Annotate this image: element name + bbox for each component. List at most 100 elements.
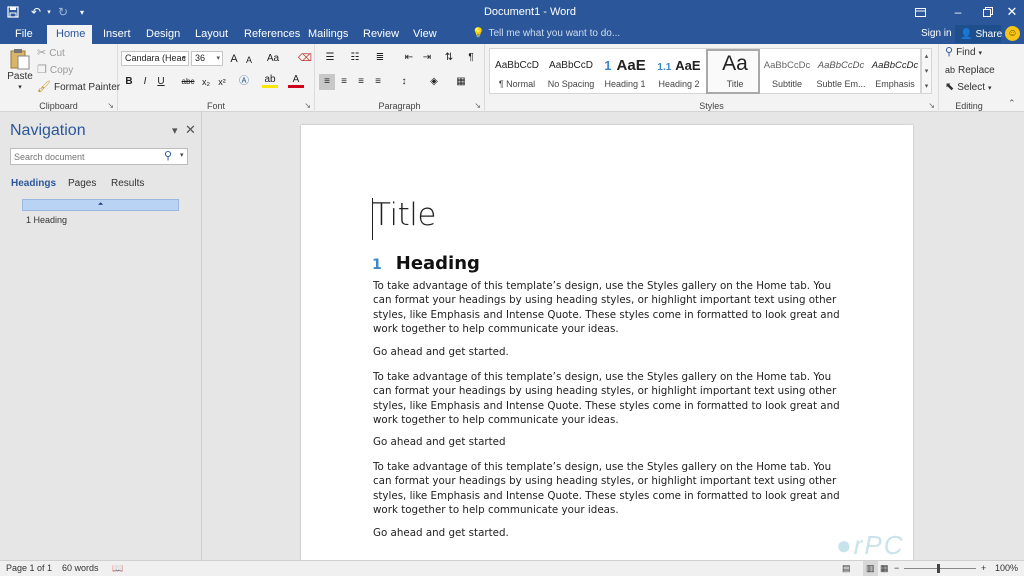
clear-formatting-icon[interactable]: ⌫ — [297, 51, 313, 67]
style-normal[interactable]: AaBbCcD ¶ Normal — [490, 49, 544, 94]
format-painter-button[interactable]: 🖌 Format Painter — [37, 82, 120, 94]
nav-tab-headings[interactable]: Headings — [11, 178, 56, 189]
style-heading-1[interactable]: 1 AaE Heading 1 — [598, 49, 652, 94]
style-title[interactable]: Aa Title — [706, 49, 760, 94]
bullets-icon[interactable]: ☰ — [319, 50, 341, 66]
underline-button[interactable]: U — [153, 74, 169, 90]
highlight-color-icon[interactable]: ab — [262, 74, 278, 88]
decrease-indent-icon[interactable]: ⇤ — [401, 50, 417, 66]
pane-options-icon[interactable]: ▾ — [172, 124, 178, 137]
body-paragraph[interactable]: Go ahead and get started. — [373, 526, 843, 540]
select-button[interactable]: ⬉ Select ▾ — [945, 82, 992, 94]
ribbon-display-options-icon[interactable] — [908, 0, 932, 24]
paste-button[interactable]: Paste ▾ — [7, 48, 33, 91]
styles-launcher-icon[interactable]: ↘ — [928, 101, 935, 110]
body-paragraph[interactable]: To take advantage of this template’s des… — [373, 370, 843, 428]
italic-button[interactable]: I — [137, 74, 153, 90]
justify-icon[interactable]: ≡ — [370, 74, 386, 90]
minimize-icon[interactable]: – — [944, 0, 972, 24]
tab-home[interactable]: Home — [47, 25, 92, 44]
collapse-all-headings-bar[interactable]: ⏶ — [22, 199, 179, 211]
save-icon[interactable] — [4, 0, 22, 24]
show-formatting-button[interactable]: ¶ — [463, 50, 479, 66]
read-mode-icon[interactable]: ▤ — [842, 561, 851, 576]
numbering-icon[interactable]: ☷ — [344, 50, 366, 66]
text-effects-icon[interactable]: Ⓐ — [236, 74, 252, 90]
document-page[interactable]: Title 1 Heading To take advantage of this… — [301, 125, 913, 560]
paragraph-launcher-icon[interactable]: ↘ — [474, 101, 481, 110]
cut-button[interactable]: ✂ Cut — [37, 48, 65, 60]
style-subtle-emphasis[interactable]: AaBbCcDc Subtle Em... — [814, 49, 868, 94]
body-paragraph[interactable]: To take advantage of this template’s des… — [373, 460, 843, 518]
collapse-ribbon-icon[interactable]: ⌃ — [1008, 98, 1016, 109]
restore-icon[interactable] — [974, 0, 1002, 24]
clipboard-launcher-icon[interactable]: ↘ — [107, 101, 114, 110]
word-count[interactable]: 60 words — [62, 561, 99, 576]
undo-icon[interactable]: ↶ — [27, 0, 45, 24]
strikethrough-button[interactable]: abc — [178, 74, 198, 90]
style-emphasis[interactable]: AaBbCcDc Emphasis — [868, 49, 922, 94]
document-heading[interactable]: 1 Heading — [372, 253, 480, 274]
zoom-in-button[interactable]: + — [981, 561, 986, 576]
font-color-icon[interactable]: A — [288, 74, 304, 88]
search-options-dropdown-icon[interactable]: ▾ — [180, 151, 184, 159]
tab-insert[interactable]: Insert — [94, 25, 140, 44]
borders-icon[interactable]: ▦ — [450, 74, 472, 90]
line-spacing-icon[interactable]: ↕ — [393, 74, 415, 90]
body-paragraph[interactable]: Go ahead and get started — [373, 435, 843, 449]
font-name-box[interactable]: Candara (Heac ▾ — [121, 51, 189, 66]
bold-button[interactable]: B — [121, 74, 137, 90]
font-launcher-icon[interactable]: ↘ — [304, 101, 311, 110]
tell-me-box[interactable]: 💡 Tell me what you want to do... — [472, 24, 620, 44]
increase-indent-icon[interactable]: ⇥ — [419, 50, 435, 66]
share-button[interactable]: 👤 Share — [955, 25, 1002, 43]
tab-layout[interactable]: Layout — [186, 25, 237, 44]
tab-mailings[interactable]: Mailings — [299, 25, 357, 44]
zoom-slider-thumb[interactable] — [937, 564, 940, 573]
search-document-input[interactable] — [10, 148, 188, 165]
font-size-box[interactable]: 36 ▾ — [191, 51, 223, 66]
tab-review[interactable]: Review — [354, 25, 408, 44]
style-no-spacing[interactable]: AaBbCcD No Spacing — [544, 49, 598, 94]
grow-font-button[interactable]: A — [226, 51, 242, 67]
style-heading-2[interactable]: 1.1 AaE Heading 2 — [652, 49, 706, 94]
shrink-font-button[interactable]: A — [241, 52, 257, 68]
zoom-slider[interactable] — [904, 568, 976, 569]
tab-design[interactable]: Design — [137, 25, 189, 44]
proofing-icon[interactable]: 📖 — [112, 561, 123, 576]
zoom-out-button[interactable]: − — [894, 561, 899, 576]
styles-gallery-scroll[interactable]: ▴ ▾ ▾ — [921, 48, 932, 94]
shading-icon[interactable]: ◈ — [423, 74, 445, 90]
customize-toolbar-icon[interactable]: ▾ — [75, 0, 89, 24]
tab-view[interactable]: View — [404, 25, 446, 44]
nav-tab-results[interactable]: Results — [111, 178, 144, 189]
close-icon[interactable]: ✕ — [1000, 0, 1024, 24]
print-layout-icon[interactable]: ▥ — [863, 561, 878, 576]
sign-in-link[interactable]: Sign in — [921, 24, 952, 44]
body-paragraph[interactable]: Go ahead and get started. — [373, 345, 843, 359]
align-center-icon[interactable]: ≡ — [336, 74, 352, 90]
web-layout-icon[interactable]: ▦ — [880, 561, 889, 576]
chevron-down-icon[interactable]: ▾ — [922, 64, 931, 79]
chevron-up-icon[interactable]: ▴ — [922, 49, 931, 64]
find-button[interactable]: ⚲ Find ▾ — [945, 47, 982, 59]
align-right-icon[interactable]: ≡ — [353, 74, 369, 90]
document-area[interactable]: Title 1 Heading To take advantage of this… — [203, 112, 1024, 560]
page-count[interactable]: Page 1 of 1 — [6, 561, 52, 576]
zoom-level[interactable]: 100% — [995, 561, 1018, 576]
sort-icon[interactable]: ⇅ — [441, 50, 457, 66]
align-left-icon[interactable]: ≡ — [319, 74, 335, 90]
body-paragraph[interactable]: To take advantage of this template’s des… — [373, 279, 843, 337]
search-icon[interactable]: ⚲ — [164, 149, 172, 162]
close-pane-icon[interactable]: ✕ — [185, 122, 196, 138]
subscript-button[interactable]: x₂ — [198, 74, 214, 90]
superscript-button[interactable]: x² — [214, 74, 230, 90]
tab-file[interactable]: File — [6, 25, 42, 44]
change-case-button[interactable]: Aa — [262, 51, 284, 67]
style-subtitle[interactable]: AaBbCcDc Subtitle — [760, 49, 814, 94]
replace-button[interactable]: ab Replace — [945, 65, 995, 76]
feedback-smiley-icon[interactable]: ☺ — [1005, 26, 1020, 41]
multilevel-list-icon[interactable]: ≣ — [369, 50, 391, 66]
more-styles-icon[interactable]: ▾ — [922, 79, 931, 94]
redo-icon[interactable]: ↻ — [56, 0, 70, 24]
